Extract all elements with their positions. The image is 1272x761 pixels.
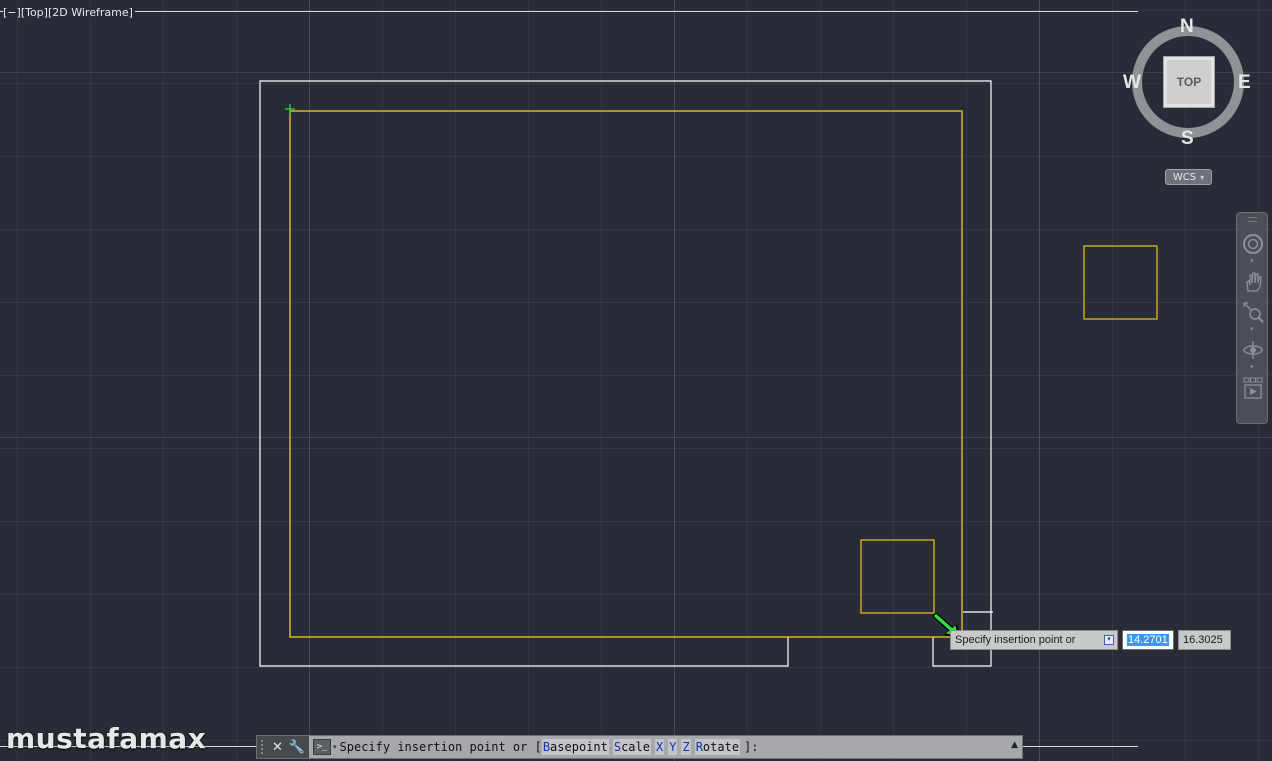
dynamic-input-text: Specify insertion point or xyxy=(955,634,1076,646)
insert-block-preview[interactable] xyxy=(860,539,935,614)
chevron-down-icon: ▾ xyxy=(1200,172,1205,182)
square-block[interactable] xyxy=(1083,245,1158,320)
steering-wheel-icon[interactable] xyxy=(1241,233,1265,255)
x-coordinate-value: 14.2701 xyxy=(1127,634,1169,646)
command-prompt-text[interactable]: Specify insertion point or [ Basepoint S… xyxy=(340,739,759,755)
orbit-icon[interactable] xyxy=(1241,339,1265,361)
option-y[interactable]: Y xyxy=(668,739,678,755)
dynamic-input-prompt: Specify insertion point or ▾ xyxy=(950,630,1118,650)
compass-north[interactable]: N xyxy=(1180,16,1194,38)
x-coordinate-input[interactable]: 14.2701 xyxy=(1122,630,1174,650)
command-prompt-icon[interactable]: >_ xyxy=(313,739,331,755)
ucs-origin-marker xyxy=(285,104,295,114)
showmotion-icon[interactable] xyxy=(1241,377,1265,401)
y-coordinate-input[interactable]: 16.3025 xyxy=(1178,630,1231,650)
options-dropdown-icon[interactable]: ▾ xyxy=(1104,635,1114,645)
navbar-grip[interactable] xyxy=(1248,217,1257,222)
pan-icon[interactable] xyxy=(1241,271,1265,293)
chevron-down-icon[interactable]: ▾ xyxy=(1250,257,1254,265)
ucs-label: WCS xyxy=(1172,171,1197,183)
watermark: mustafamax xyxy=(6,722,207,755)
command-line-controls: ✕ 🔧 xyxy=(257,736,309,758)
viewcube[interactable]: N S E W TOP xyxy=(1122,14,1256,154)
navigation-bar[interactable]: ▾ ▾ ▾ xyxy=(1236,212,1268,424)
wrench-icon[interactable]: 🔧 xyxy=(289,741,305,754)
option-z[interactable]: Z xyxy=(681,739,691,755)
compass-south[interactable]: S xyxy=(1181,128,1194,150)
compass-east[interactable]: E xyxy=(1238,72,1251,94)
ucs-menu-button[interactable]: WCS ▾ xyxy=(1165,169,1212,185)
y-coordinate-value: 16.3025 xyxy=(1183,634,1223,646)
zoom-icon[interactable] xyxy=(1241,301,1265,323)
option-scale[interactable]: Scale xyxy=(612,739,651,755)
option-rotate[interactable]: Rotate xyxy=(694,739,741,755)
option-x[interactable]: X xyxy=(654,739,665,755)
close-icon[interactable]: ✕ xyxy=(272,741,283,754)
expand-history-icon[interactable]: ▲ xyxy=(1011,740,1018,750)
chevron-down-icon[interactable]: ▾ xyxy=(1250,325,1254,333)
viewcube-face-top[interactable]: TOP xyxy=(1163,56,1215,108)
command-suffix: ]: xyxy=(744,740,759,754)
command-line-grip[interactable] xyxy=(261,740,266,754)
option-basepoint[interactable]: Basepoint xyxy=(541,739,609,755)
chevron-down-icon[interactable]: ▾ xyxy=(333,743,337,751)
compass-west[interactable]: W xyxy=(1123,72,1141,94)
outer-wall-outline[interactable] xyxy=(259,80,992,667)
command-line[interactable]: ✕ 🔧 >_ ▾ Specify insertion point or [ Ba… xyxy=(256,735,1023,759)
command-prompt: Specify insertion point or [ xyxy=(339,740,542,754)
chevron-down-icon[interactable]: ▾ xyxy=(1250,363,1254,371)
